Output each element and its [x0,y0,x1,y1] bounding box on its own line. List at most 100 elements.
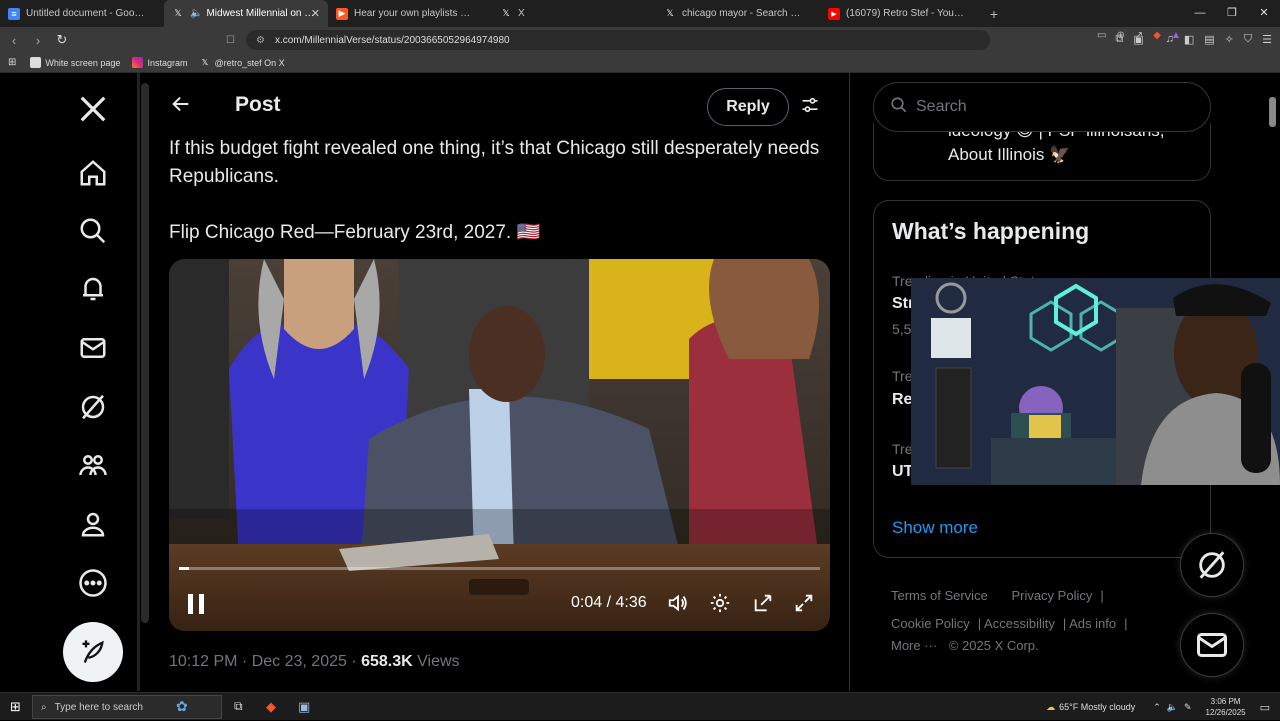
window-controls: — ❐ ✕ [1184,0,1280,27]
video-player[interactable]: 0:04 / 4:36 [169,259,830,631]
messages-icon[interactable] [73,328,113,368]
pen-icon[interactable]: ✎ [1184,702,1192,713]
search-icon [890,96,908,119]
grok-floating-button[interactable] [1180,533,1244,597]
cookie-link[interactable]: Cookie Policy [891,616,970,631]
wallet-icon[interactable]: ▤ [1204,33,1214,46]
notifications-icon[interactable] [73,269,113,309]
bookmark-item[interactable]: 𝕏 @retro_stef On X [199,57,285,68]
bookmarks-bar: ⊞ White screen page Instagram 𝕏 @retro_st… [0,53,1280,73]
profile-icon[interactable] [73,504,113,544]
minimize-icon[interactable]: — [1184,0,1216,27]
brave-taskbar-icon[interactable]: ◆ [266,699,276,715]
filter-icon[interactable] [800,95,820,120]
notifications-tray-icon[interactable]: ▭ [1260,701,1270,714]
scrollbar[interactable] [141,83,149,623]
url-text: x.com/MillennialVerse/status/20036650529… [274,34,510,46]
page-icon [30,57,42,68]
media-icon[interactable]: ♫ [1166,33,1174,46]
taskbar-search-input[interactable]: ⌕ Type here to search [32,695,222,719]
close-tab-icon[interactable]: ✕ [311,7,320,20]
x-icon: 𝕏 [174,8,182,18]
fullscreen-icon[interactable] [793,592,815,619]
terms-link[interactable]: Terms of Service [891,588,988,603]
bio-text: About Illinois 🦅 [948,145,1071,164]
settings-gear-icon[interactable] [709,592,731,619]
compose-post-button[interactable] [63,622,123,682]
video-progress-bar[interactable] [179,567,820,570]
browser-toolbar-right: ⧉ ▣ ♫ ◧ ▤ ✧ ⛉ ☰ [1115,33,1272,46]
browser-tab-bar: ≡Untitled document - Google Docs 𝕏🔈Midwe… [0,0,1280,27]
forward-icon[interactable]: › [28,33,48,48]
x-logo-icon[interactable] [73,89,113,129]
post-paragraph: If this budget fight revealed one thing,… [169,138,820,187]
video-frame [169,259,830,631]
browser-tab[interactable]: 𝕏chicago mayor - Search / X [656,0,820,27]
trend-context: Tre [892,441,913,457]
volume-icon[interactable] [667,592,689,619]
scrollbar-thumb[interactable] [1269,97,1276,127]
back-arrow-icon[interactable] [170,93,192,120]
leo-icon[interactable]: ✧ [1225,33,1234,46]
browser-tab[interactable]: ≡Untitled document - Google Docs [0,0,164,27]
bookmark-item[interactable]: White screen page [30,57,120,68]
site-info-icon[interactable]: ⚙ [256,35,265,46]
video-timecode: 0:04 / 4:36 [571,594,647,611]
apps-icon[interactable]: ⊞ [8,57,16,68]
accessibility-link[interactable]: Accessibility [984,616,1055,631]
bookmark-item[interactable]: Instagram [132,57,187,68]
mail-icon [1197,633,1227,657]
windows-start-icon[interactable]: ⊞ [10,699,21,715]
browser-tab[interactable]: ▶ (16079) Retro Stef - YouTube [820,0,984,27]
taskbar-clock[interactable]: 3:06 PM 12/26/2025 [1206,696,1246,718]
extensions-icon[interactable]: ⧉ [1115,33,1123,46]
trend-name[interactable]: Re [892,391,912,409]
bookmark-icon[interactable]: ☐ [226,35,235,46]
more-link[interactable]: More ··· [891,638,937,653]
x-icon: 𝕏 [666,8,674,18]
browser-tab[interactable]: ▶Hear your own playlists and the play [328,0,492,27]
explore-icon[interactable] [73,211,113,251]
post-paragraph: Flip Chicago Red—February 23rd, 2027. 🇺🇸 [169,222,541,243]
ads-link[interactable]: Ads info [1069,616,1116,631]
browser-nav-bar: ‹ › ↻ ☐ ⚙ x.com/MillennialVerse/status/2… [0,27,1280,53]
youtube-icon: ▶ [828,7,840,20]
grok-icon[interactable] [73,387,113,427]
address-bar[interactable]: ☐ ⚙ x.com/MillennialVerse/status/2003665… [226,30,1181,50]
vpn-icon[interactable]: ⛉ [1244,33,1252,46]
pause-icon[interactable] [187,594,205,619]
close-window-icon[interactable]: ✕ [1248,0,1280,27]
views-count: 658.3K [361,653,413,670]
weather-icon: ☁ [1046,701,1056,712]
weather-text[interactable]: 65°F Mostly cloudy [1059,702,1135,712]
show-more-link[interactable]: Show more [892,518,978,538]
restore-icon[interactable]: ❐ [1216,0,1248,27]
privacy-link[interactable]: Privacy Policy [1011,588,1092,603]
sidebar-icon[interactable]: ◧ [1184,33,1194,46]
widgets-icon[interactable]: ✿ [176,698,188,715]
back-icon[interactable]: ‹ [4,33,24,48]
reload-icon[interactable]: ↻ [52,32,72,48]
new-tab-button[interactable]: + [984,6,1004,22]
app-taskbar-icon[interactable]: ▣ [298,699,310,715]
video-controls: 0:04 / 4:36 [169,584,830,624]
post-timestamp[interactable]: 10:12 PM · Dec 23, 2025 · [169,653,361,670]
more-icon[interactable] [73,563,113,603]
menu-icon[interactable]: ☰ [1262,33,1272,46]
post-text: If this budget fight revealed one thing,… [169,135,829,275]
search-input[interactable]: Search [873,82,1211,132]
messages-floating-button[interactable] [1180,613,1244,677]
reply-button[interactable]: Reply [707,88,789,126]
communities-icon[interactable] [73,445,113,485]
browser-tab-active[interactable]: 𝕏🔈Midwest Millennial on X: "Ear✕ [164,0,328,27]
home-icon[interactable] [73,153,113,193]
picture-in-picture-icon[interactable] [752,592,774,619]
screenshot-icon[interactable]: ▣ [1133,33,1143,46]
post-header: Post Reply [150,73,850,135]
audio-icon: 🔈 [190,8,203,19]
panel-title: What’s happening [892,218,1090,244]
tray-chevron-icon[interactable]: ⌃ [1153,702,1161,713]
volume-tray-icon[interactable]: 🔈 [1167,702,1178,713]
browser-tab[interactable]: 𝕏X [492,0,656,27]
task-view-icon[interactable]: ⧉ [234,699,243,714]
